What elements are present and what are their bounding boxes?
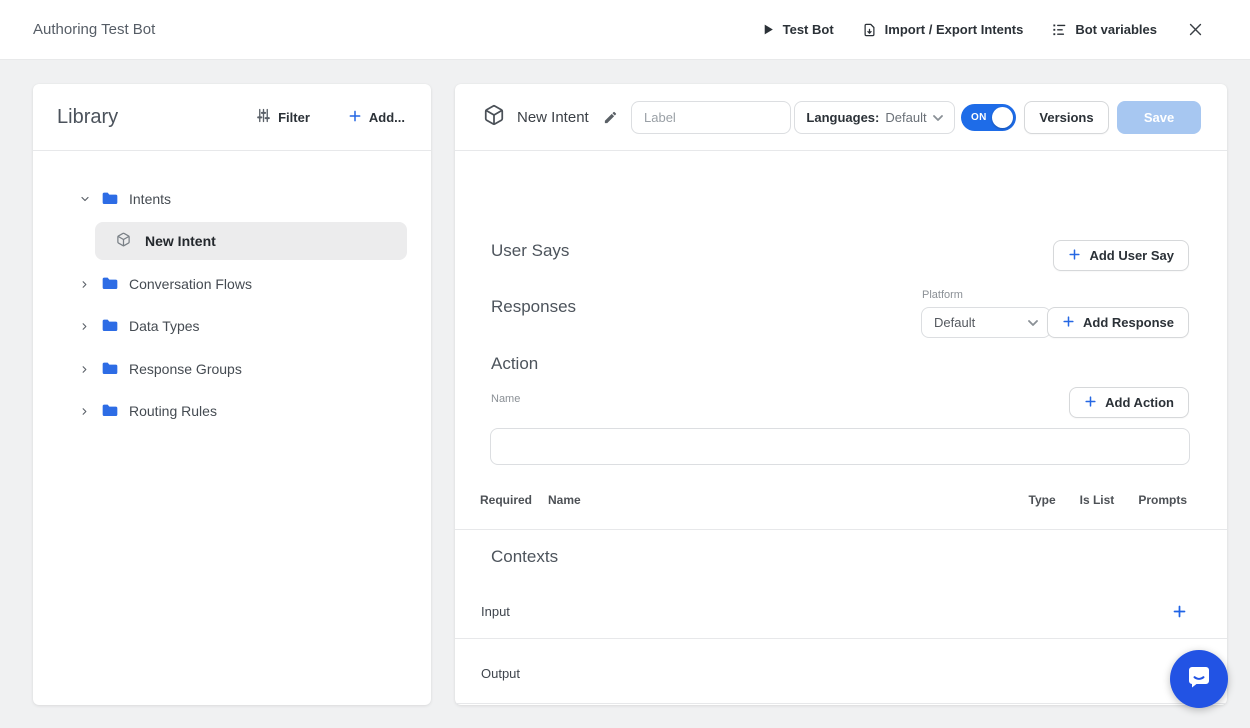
chevron-right-icon	[78, 321, 91, 332]
intent-editor-header: New Intent Languages: Default ON Version…	[455, 84, 1227, 151]
add-label: Add...	[369, 110, 405, 125]
tree-label: Routing Rules	[129, 403, 217, 419]
sidebar-item-new-intent[interactable]: New Intent	[95, 222, 407, 260]
folder-icon	[102, 276, 118, 293]
sidebar-item-conversation-flows[interactable]: Conversation Flows	[78, 269, 252, 299]
topbar: Authoring Test Bot Test Bot Import / Exp…	[0, 0, 1250, 60]
intent-cube-icon	[116, 232, 131, 250]
filter-label: Filter	[278, 110, 310, 125]
chevron-down-icon	[78, 193, 91, 205]
chat-launcher-button[interactable]	[1170, 650, 1228, 708]
platform-label: Platform	[922, 289, 963, 301]
caret-down-icon	[1028, 315, 1038, 330]
label-input[interactable]	[631, 101, 791, 134]
column-prompts: Prompts	[1138, 493, 1187, 507]
library-header: Library Filter Add...	[33, 84, 431, 151]
languages-label: Languages:	[806, 110, 879, 125]
import-export-label: Import / Export Intents	[885, 22, 1024, 37]
intent-editor-panel: New Intent Languages: Default ON Version…	[455, 84, 1227, 705]
sidebar-item-routing-rules[interactable]: Routing Rules	[78, 396, 217, 426]
import-export-intents-button[interactable]: Import / Export Intents	[862, 22, 1024, 38]
sidebar-item-intents[interactable]: Intents	[78, 184, 171, 214]
sidebar-item-data-types[interactable]: Data Types	[78, 311, 200, 341]
enabled-toggle[interactable]: ON	[961, 104, 1016, 131]
save-label: Save	[1144, 110, 1174, 125]
platform-select[interactable]: Default	[921, 307, 1051, 338]
bot-title: Authoring Test Bot	[33, 21, 155, 38]
edit-pencil-icon[interactable]	[603, 110, 618, 125]
tree-label: Conversation Flows	[129, 276, 252, 292]
plus-icon	[1068, 248, 1081, 264]
sidebar-item-response-groups[interactable]: Response Groups	[78, 354, 242, 384]
play-icon	[762, 23, 775, 36]
tree-label: Data Types	[129, 318, 200, 334]
section-divider	[455, 529, 1227, 530]
slots-table-header: Required Name Type Is List Prompts	[480, 493, 1187, 507]
user-says-heading: User Says	[491, 241, 569, 261]
bot-variables-label: Bot variables	[1075, 22, 1157, 37]
folder-icon	[102, 318, 118, 335]
action-name-label: Name	[491, 393, 520, 405]
library-panel: Library Filter Add... Intents New Intent	[33, 84, 431, 705]
add-action-button[interactable]: Add Action	[1069, 387, 1189, 418]
folder-icon	[102, 191, 118, 208]
responses-heading: Responses	[491, 297, 576, 317]
folder-icon	[102, 361, 118, 378]
filter-icon	[256, 108, 271, 126]
action-heading: Action	[491, 354, 538, 374]
add-input-context-icon[interactable]	[1168, 600, 1191, 623]
plus-icon	[348, 109, 362, 126]
column-required: Required	[480, 493, 548, 507]
column-name: Name	[548, 493, 581, 507]
import-export-icon	[862, 22, 877, 38]
versions-button[interactable]: Versions	[1024, 101, 1109, 134]
languages-dropdown[interactable]: Languages: Default	[794, 101, 955, 134]
intent-title: New Intent	[517, 109, 589, 126]
bot-variables-button[interactable]: Bot variables	[1051, 22, 1157, 37]
test-bot-label: Test Bot	[783, 22, 834, 37]
toggle-knob	[992, 107, 1013, 128]
tree-label: Intents	[129, 191, 171, 207]
library-title: Library	[57, 106, 256, 129]
column-type: Type	[1029, 493, 1056, 507]
chevron-right-icon	[78, 364, 91, 375]
add-user-say-button[interactable]: Add User Say	[1053, 240, 1189, 271]
context-input-label: Input	[481, 604, 510, 619]
action-name-input[interactable]	[490, 428, 1190, 465]
add-response-button[interactable]: Add Response	[1047, 307, 1189, 338]
toggle-on-label: ON	[971, 112, 987, 123]
versions-label: Versions	[1039, 110, 1093, 125]
caret-down-icon	[933, 110, 943, 125]
add-response-label: Add Response	[1083, 315, 1174, 330]
topbar-actions: Test Bot Import / Export Intents Bot var…	[762, 21, 1204, 38]
chevron-right-icon	[78, 406, 91, 417]
intent-cube-icon	[483, 104, 505, 131]
add-user-say-label: Add User Say	[1089, 248, 1174, 263]
chat-bubble-icon	[1185, 663, 1213, 696]
platform-value: Default	[934, 315, 975, 330]
context-output-row: Output	[481, 653, 1191, 693]
plus-icon	[1084, 395, 1097, 411]
tree-label: Response Groups	[129, 361, 242, 377]
context-output-label: Output	[481, 666, 520, 681]
section-divider	[455, 703, 1227, 704]
add-action-label: Add Action	[1105, 395, 1174, 410]
intent-editor-body: User Says Add User Say Responses Platfor…	[455, 151, 1227, 705]
chevron-right-icon	[78, 279, 91, 290]
folder-icon	[102, 403, 118, 420]
filter-button[interactable]: Filter	[256, 108, 310, 126]
tree-label: New Intent	[145, 233, 216, 249]
variables-icon	[1051, 22, 1067, 37]
save-button[interactable]: Save	[1117, 101, 1201, 134]
contexts-heading: Contexts	[491, 547, 558, 567]
close-icon[interactable]	[1187, 21, 1204, 38]
section-divider	[455, 638, 1227, 639]
languages-value: Default	[885, 110, 926, 125]
plus-icon	[1062, 315, 1075, 331]
column-is-list: Is List	[1080, 493, 1115, 507]
add-button[interactable]: Add...	[348, 109, 405, 126]
context-input-row: Input	[481, 591, 1191, 631]
test-bot-button[interactable]: Test Bot	[762, 22, 834, 37]
